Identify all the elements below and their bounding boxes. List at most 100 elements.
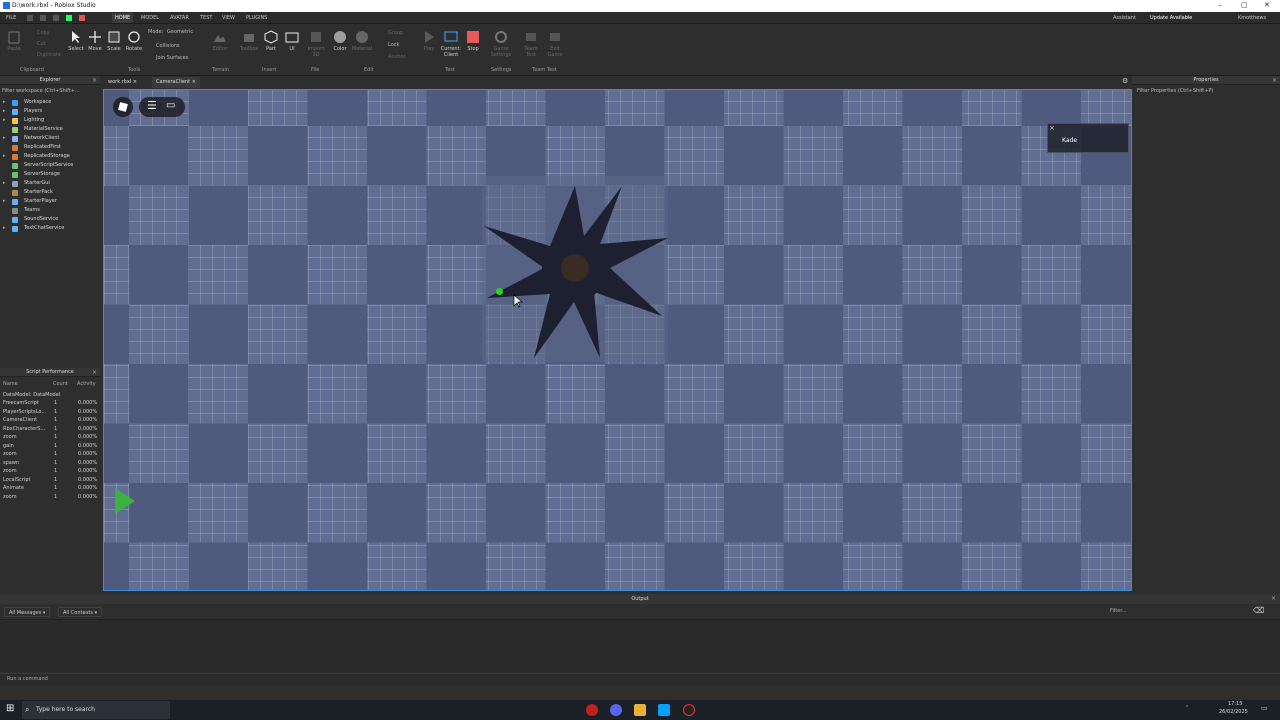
properties-close-icon[interactable]: × <box>1272 76 1277 85</box>
update-available-button[interactable]: Update Available <box>1150 15 1192 21</box>
close-icon[interactable]: × <box>133 79 137 85</box>
perf-row[interactable]: zoom 1 0.000% <box>0 450 100 459</box>
taskbar-search[interactable]: ⌕ Type here to search <box>22 701 170 719</box>
play-quick-icon[interactable] <box>66 15 72 21</box>
import3d-button[interactable]: Import 3D <box>306 30 326 58</box>
tab-work-rbxl[interactable]: work.rbxl × <box>104 77 141 88</box>
opera-icon[interactable] <box>586 704 598 716</box>
color-button[interactable]: Color <box>331 30 349 52</box>
roblox-taskbar-icon[interactable] <box>683 704 695 716</box>
tab-avatar[interactable]: AVATAR <box>170 15 189 21</box>
duplicate-button[interactable]: Duplicate <box>37 52 61 58</box>
discord-icon[interactable] <box>610 704 622 716</box>
terrain-group-label: Terrain <box>212 67 229 73</box>
clear-output-icon[interactable]: ⌫ <box>1253 606 1264 615</box>
perf-row[interactable]: zoom 1 0.000% <box>0 433 100 442</box>
command-bar[interactable]: Run a command <box>0 673 1280 685</box>
explorer-title: Explorer <box>39 77 61 83</box>
lock-button[interactable]: Lock <box>388 42 399 48</box>
tray-chevron-icon[interactable]: ⌃ <box>1185 705 1189 711</box>
command-input[interactable]: Run a command <box>7 676 48 682</box>
perf-row[interactable]: zoom 1 0.000% <box>0 467 100 476</box>
perf-row[interactable]: PlayerScriptsLo... 1 0.000% <box>0 408 100 417</box>
notifications-icon[interactable]: ▭ <box>1261 704 1268 712</box>
expand-arrow-icon[interactable]: ▸ <box>3 152 6 161</box>
assistant-button[interactable]: Assistant <box>1113 15 1136 21</box>
exit-game-button[interactable]: Exit Game <box>545 30 565 58</box>
perf-row[interactable]: zoom 1 0.000% <box>0 493 100 502</box>
explorer-filter-input[interactable]: Filter workspace (Ctrl+Shift+... <box>2 88 98 96</box>
material-button[interactable]: Material <box>351 30 373 52</box>
roblox-menu-button[interactable] <box>113 97 133 117</box>
terrain-editor-button[interactable]: Editor <box>210 30 230 52</box>
join-surfaces-toggle[interactable]: Join Surfaces <box>156 55 188 61</box>
tab-home[interactable]: HOME <box>112 13 134 23</box>
expand-arrow-icon[interactable]: ▸ <box>3 224 6 233</box>
stop-quick-icon[interactable] <box>79 15 85 21</box>
windows-start-icon[interactable]: ⊞ <box>6 703 14 714</box>
maximize-icon[interactable]: ▢ <box>1241 1 1248 9</box>
output-close-icon[interactable]: × <box>1271 594 1276 604</box>
expand-arrow-icon[interactable]: ▸ <box>3 197 6 206</box>
group-button[interactable]: Group <box>388 30 403 36</box>
collisions-toggle[interactable]: Collisions <box>156 43 180 49</box>
roblox-studio-taskbar-icon[interactable] <box>658 704 670 716</box>
current-client-button[interactable]: Current: Client <box>438 30 464 58</box>
perf-row[interactable]: LocalScript 1 0.000% <box>0 476 100 485</box>
perf-row[interactable]: Animate 1 0.000% <box>0 484 100 493</box>
close-icon[interactable]: × <box>192 79 196 85</box>
close-icon[interactable]: ✕ <box>1264 1 1270 9</box>
move-button[interactable]: Move <box>86 30 104 52</box>
scale-button[interactable]: Scale <box>105 30 123 52</box>
perf-row[interactable]: gain 1 0.000% <box>0 442 100 451</box>
messages-filter-dropdown[interactable]: All Messages ▾ <box>4 607 51 617</box>
perf-row[interactable]: RbxCharacterS... 1 0.000% <box>0 425 100 434</box>
properties-filter-input[interactable]: Filter Properties (Ctrl+Shift+P) <box>1137 88 1278 96</box>
explorer-close-icon[interactable]: × <box>92 76 97 85</box>
ui-button[interactable]: UI <box>284 30 300 52</box>
anchor-button[interactable]: Anchor <box>388 54 406 60</box>
part-button[interactable]: Part <box>262 30 280 52</box>
undo-icon[interactable] <box>40 15 46 21</box>
expand-arrow-icon[interactable]: ▸ <box>3 134 6 143</box>
minimize-icon[interactable]: – <box>1218 1 1222 9</box>
viewport-settings-gear-icon[interactable]: ⚙ <box>1122 77 1128 85</box>
game-settings-button[interactable]: Game Settings <box>489 30 513 58</box>
file-explorer-icon[interactable] <box>634 704 646 716</box>
paste-button[interactable]: Paste <box>4 30 24 52</box>
user-menu[interactable]: Kmotthews <box>1238 15 1266 21</box>
mode-dropdown[interactable]: Geometric <box>167 29 193 35</box>
file-menu[interactable]: FILE <box>6 15 16 21</box>
play-button[interactable]: Play <box>420 30 438 52</box>
team-test-button[interactable]: Team Test <box>521 30 541 58</box>
script-performance-close-icon[interactable]: × <box>92 368 97 377</box>
select-button[interactable]: Select <box>67 30 85 52</box>
player-name[interactable]: Kade <box>1062 137 1077 144</box>
expand-arrow-icon[interactable]: ▸ <box>3 116 6 125</box>
stop-button[interactable]: Stop <box>465 30 481 52</box>
output-filter-input[interactable]: Filter... <box>1110 608 1127 614</box>
game-viewport[interactable]: ☰ ▭ × Kade <box>103 89 1132 591</box>
rotate-button[interactable]: Rotate <box>124 30 144 52</box>
player-list-close-icon[interactable]: × <box>1049 124 1055 132</box>
tab-view[interactable]: VIEW <box>222 15 235 21</box>
tab-camera-client[interactable]: CameraClient × <box>152 77 200 88</box>
cut-button[interactable]: Cut <box>37 41 46 47</box>
tab-plugins[interactable]: PLUGINS <box>246 15 267 21</box>
tab-model[interactable]: MODEL <box>141 15 159 21</box>
perf-row[interactable]: CameraClient 1 0.000% <box>0 416 100 425</box>
save-icon[interactable] <box>27 15 33 21</box>
expand-arrow-icon[interactable]: ▸ <box>3 179 6 188</box>
redo-icon[interactable] <box>53 15 59 21</box>
expand-arrow-icon[interactable]: ▸ <box>3 98 6 107</box>
toolbox-button[interactable]: Toolbox <box>238 30 260 52</box>
baseplate-tile <box>664 185 724 245</box>
chat-icon[interactable]: ▭ <box>166 100 175 111</box>
contexts-filter-dropdown[interactable]: All Contexts ▾ <box>58 607 103 617</box>
hamburger-menu-icon[interactable]: ☰ <box>147 99 157 112</box>
expand-arrow-icon[interactable]: ▸ <box>3 107 6 116</box>
perf-row[interactable]: FreecamScript 1 0.000% <box>0 399 100 408</box>
tab-test[interactable]: TEST <box>200 15 212 21</box>
perf-row[interactable]: spawn 1 0.000% <box>0 459 100 468</box>
copy-button[interactable]: Copy <box>37 30 50 36</box>
